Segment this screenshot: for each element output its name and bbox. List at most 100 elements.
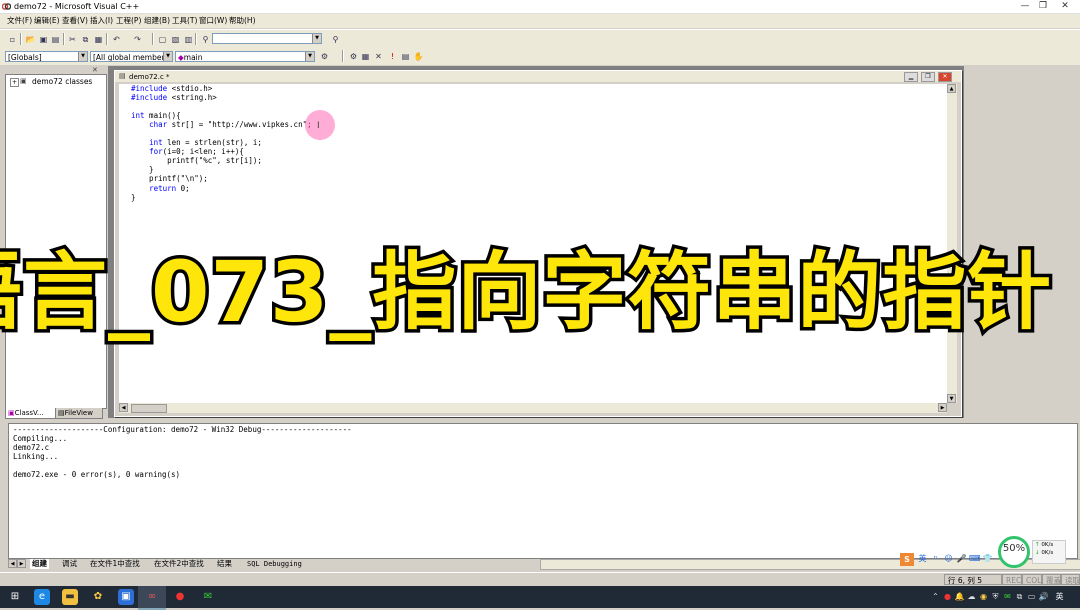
output-toggle-icon[interactable]: ▧ <box>169 33 182 46</box>
code-line[interactable]: } <box>131 193 312 202</box>
find-combo[interactable]: ▼ <box>212 33 322 44</box>
tray-wechat-icon[interactable]: ✉ <box>1002 589 1013 605</box>
windows-start-icon[interactable]: ⊞ <box>7 589 23 605</box>
tray-app-icon[interactable]: ◉ <box>978 589 989 605</box>
redo-icon[interactable]: ↷ <box>131 33 144 46</box>
ime-punctuation-icon[interactable]: ⁿ <box>930 553 941 565</box>
code-line[interactable]: #include <stdio.h> <box>131 84 312 93</box>
horizontal-scrollbar[interactable]: ◀ ▶ <box>119 403 947 413</box>
scroll-up-icon[interactable]: ▲ <box>947 84 956 93</box>
wizard-action-icon[interactable]: ⚙ <box>318 50 331 63</box>
tray-link-icon[interactable]: ⧉ <box>1014 589 1025 605</box>
tray-lang[interactable]: 英 <box>1054 589 1065 605</box>
source-code[interactable]: #include <stdio.h> #include <string.h> in… <box>131 84 312 202</box>
code-line[interactable]: printf("%c", str[i]); <box>131 156 312 165</box>
tab-results[interactable]: 结果 <box>215 559 234 569</box>
editor-close-button[interactable]: ✕ <box>938 72 952 82</box>
code-line[interactable] <box>131 129 312 138</box>
ime-lang-indicator[interactable]: 英 <box>917 553 928 565</box>
new-file-icon[interactable]: ▫ <box>6 33 19 46</box>
chevron-down-icon[interactable]: ▼ <box>312 34 321 43</box>
browser-icon[interactable]: e <box>34 589 50 605</box>
record-icon[interactable]: ● <box>172 589 188 605</box>
chevron-down-icon[interactable]: ▼ <box>305 52 314 61</box>
tray-expand-icon[interactable]: ⌃ <box>930 589 941 605</box>
members-combo[interactable]: [All global members ▼ <box>90 51 173 62</box>
search-icon[interactable]: ⚲ <box>329 33 342 46</box>
scroll-right-icon[interactable]: ▶ <box>938 403 947 412</box>
tray-cloud-icon[interactable]: ☁ <box>966 589 977 605</box>
copy-icon[interactable]: ⧉ <box>79 33 92 46</box>
close-icon[interactable]: ✕ <box>92 66 98 74</box>
undo-icon[interactable]: ↶ <box>110 33 123 46</box>
paste-icon[interactable]: ▦ <box>92 33 105 46</box>
code-line[interactable]: char str[] = "http://www.vipkes.cn"; <box>131 120 312 129</box>
code-line[interactable] <box>131 102 312 111</box>
taskbar-vc-active[interactable]: ∞ <box>138 586 166 610</box>
menu-help[interactable]: 帮助(H) <box>229 16 256 26</box>
close-button[interactable]: ✕ <box>1050 0 1080 13</box>
code-line[interactable]: #include <string.h> <box>131 93 312 102</box>
stop-build-icon[interactable]: ✕ <box>372 50 385 63</box>
code-line[interactable]: int main(){ <box>131 111 312 120</box>
code-line[interactable]: int len = strlen(str), i; <box>131 138 312 147</box>
ime-emoji-icon[interactable]: ☺ <box>943 553 954 565</box>
find-in-files-icon[interactable]: ⚲ <box>199 33 212 46</box>
ime-voice-icon[interactable]: 🎤 <box>956 553 967 565</box>
tab-debug[interactable]: 调试 <box>60 559 79 569</box>
wechat-icon[interactable]: ✉ <box>200 589 216 605</box>
menu-project[interactable]: 工程(P) <box>116 16 141 26</box>
menu-view[interactable]: 查看(V) <box>62 16 88 26</box>
open-folder-icon[interactable]: 📂 <box>24 33 37 46</box>
screen-recorder-icon[interactable]: ▣ <box>118 589 134 605</box>
scroll-down-icon[interactable]: ▼ <box>947 394 956 403</box>
code-line[interactable]: printf("\n"); <box>131 174 312 183</box>
go-debug-icon[interactable]: ▤ <box>399 50 412 63</box>
menu-window[interactable]: 窗口(W) <box>199 16 227 26</box>
tray-shield-icon[interactable]: ⛨ <box>990 589 1001 605</box>
network-speed-widget[interactable]: 50% ↑ 0K/s ↓ 0K/s <box>998 534 1066 570</box>
tab-fileview[interactable]: ▤FileView <box>55 408 103 419</box>
code-line[interactable]: return 0; <box>131 184 312 193</box>
tab-classview[interactable]: ▣ClassV... <box>5 408 59 419</box>
workspace-toggle-icon[interactable]: ▢ <box>156 33 169 46</box>
file-explorer-icon[interactable]: ▬ <box>62 589 78 605</box>
tab-scroll-right-icon[interactable]: ▶ <box>17 559 26 568</box>
tab-sql-debugging[interactable]: SQL Debugging <box>245 559 304 569</box>
menu-tools[interactable]: 工具(T) <box>172 16 197 26</box>
function-combo[interactable]: ◆main ▼ <box>175 51 315 62</box>
ime-skin-icon[interactable]: 👕 <box>982 553 993 565</box>
chevron-down-icon[interactable]: ▼ <box>163 52 172 61</box>
tree-root-label[interactable]: demo72 classes <box>32 77 92 86</box>
horizontal-scroll-thumb[interactable] <box>131 404 167 413</box>
tray-record-icon[interactable]: ● <box>942 589 953 605</box>
tab-find-in-files-2[interactable]: 在文件2中查找 <box>152 559 206 569</box>
code-line[interactable]: } <box>131 165 312 174</box>
tray-notify-icon[interactable]: 🔔 <box>954 589 965 605</box>
execute-icon[interactable]: ! <box>386 50 399 63</box>
volume-icon[interactable]: 🔊 <box>1038 589 1049 605</box>
code-line[interactable]: for(i=0; i<len; i++){ <box>131 147 312 156</box>
scope-combo[interactable]: [Globals] ▼ <box>5 51 88 62</box>
menu-edit[interactable]: 编辑(E) <box>34 16 60 26</box>
tab-find-in-files-1[interactable]: 在文件1中查找 <box>88 559 142 569</box>
chevron-down-icon[interactable]: ▼ <box>78 52 87 61</box>
tab-build[interactable]: 组建 <box>30 559 49 569</box>
window-list-icon[interactable]: ▥ <box>182 33 195 46</box>
output-text-area[interactable]: --------------------Configuration: demo7… <box>8 423 1078 559</box>
menu-build[interactable]: 组建(B) <box>144 16 170 26</box>
menu-file[interactable]: 文件(F) <box>7 16 32 26</box>
tab-scroll-left-icon[interactable]: ◀ <box>8 559 17 568</box>
ime-keyboard-icon[interactable]: ⌨ <box>969 553 981 565</box>
breakpoint-hand-icon[interactable]: ✋ <box>412 50 425 63</box>
sogou-ime-icon[interactable]: S <box>900 553 914 566</box>
tray-display-icon[interactable]: ▭ <box>1026 589 1037 605</box>
scroll-left-icon[interactable]: ◀ <box>119 403 128 412</box>
editor-restore-button[interactable]: ❐ <box>921 72 935 82</box>
cut-icon[interactable]: ✂ <box>66 33 79 46</box>
app-icon-yellow[interactable]: ✿ <box>90 589 106 605</box>
build-icon[interactable]: ▦ <box>359 50 372 63</box>
menu-insert[interactable]: 插入(I) <box>90 16 113 26</box>
editor-minimize-button[interactable]: ▁ <box>904 72 918 82</box>
save-all-icon[interactable]: ▤ <box>49 33 62 46</box>
